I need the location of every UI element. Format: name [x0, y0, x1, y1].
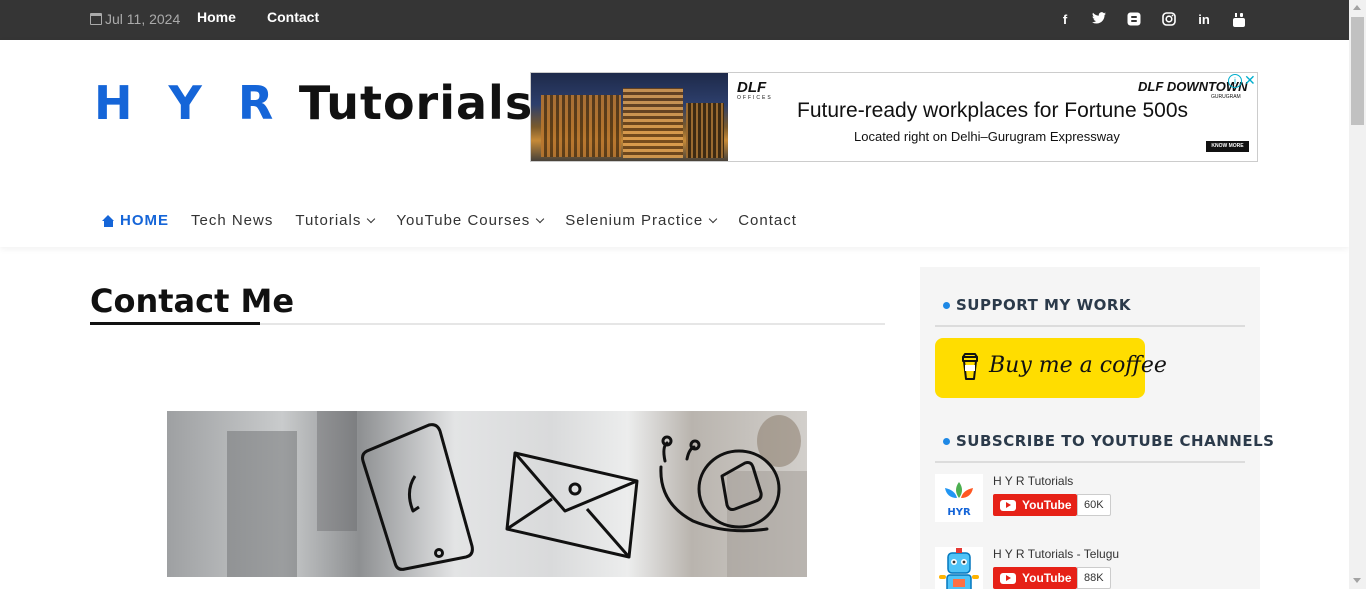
- youtube-play-icon: [1000, 572, 1016, 584]
- logo-hyr: H Y R: [94, 76, 284, 130]
- top-link-home[interactable]: Home: [197, 9, 236, 25]
- subscribe-title-text: SUBSCRIBE TO YOUTUBE CHANNELS: [956, 432, 1275, 450]
- ad-close-icon[interactable]: ✕: [1244, 73, 1256, 89]
- contact-illustration-image: [167, 411, 807, 577]
- channel-name[interactable]: H Y R Tutorials - Telugu: [993, 547, 1119, 561]
- main-nav: HOME Tech News Tutorials YouTube Courses…: [102, 212, 819, 229]
- bullet-dot: [943, 437, 950, 445]
- facebook-icon[interactable]: f: [1057, 12, 1073, 28]
- site-logo[interactable]: H Y R Tutorials: [94, 76, 533, 130]
- widget-divider: [935, 461, 1245, 463]
- subscriber-count: 60K: [1077, 494, 1111, 516]
- channel-avatar[interactable]: [935, 547, 983, 589]
- coffee-label: Buy me a coffee: [989, 353, 1167, 378]
- nav-item-selenium-practice[interactable]: Selenium Practice: [565, 212, 718, 229]
- nav-item-contact[interactable]: Contact: [738, 212, 797, 229]
- title-underline: [90, 322, 260, 325]
- coffee-cup-icon: [962, 353, 978, 380]
- youtube-button-label: YouTube: [1022, 571, 1072, 585]
- support-widget-title: SUPPORT MY WORK: [943, 296, 1131, 314]
- youtube-icon[interactable]: [1231, 12, 1247, 28]
- youtube-button-label: YouTube: [1022, 498, 1072, 512]
- buy-me-a-coffee-button[interactable]: Buy me a coffee: [935, 338, 1167, 398]
- widget-divider: [935, 325, 1245, 327]
- chevron-down-icon: [708, 214, 718, 224]
- nav-item-tech-news[interactable]: Tech News: [191, 212, 273, 229]
- chevron-down-icon: [536, 214, 545, 224]
- ad-headline: Future-ready workplaces for Fortune 500s: [797, 99, 1189, 122]
- scroll-down-arrow-icon[interactable]: [1353, 578, 1361, 583]
- ad-cta-button[interactable]: KNOW MORE: [1206, 141, 1249, 152]
- ad-brand: DLF: [737, 79, 767, 96]
- calendar-icon: [90, 13, 102, 25]
- scrollbar-thumb[interactable]: [1351, 17, 1364, 125]
- youtube-subscribe-button[interactable]: YouTube: [993, 567, 1077, 589]
- ad-building-image: [531, 73, 728, 161]
- nav-item-home[interactable]: HOME: [102, 212, 169, 229]
- instagram-icon[interactable]: [1161, 12, 1177, 28]
- ad-info-icon[interactable]: i: [1228, 74, 1242, 88]
- bullet-dot: [943, 301, 950, 309]
- date-text: Jul 11, 2024: [105, 11, 181, 27]
- sidebar: SUPPORT MY WORK Buy me a coffee SUBSCRIB…: [920, 267, 1274, 589]
- chevron-down-icon: [367, 214, 376, 224]
- linkedin-icon[interactable]: in: [1196, 12, 1212, 28]
- ad-brand-right-sub: GURUGRAM: [1211, 94, 1241, 100]
- nav-item-tutorials[interactable]: Tutorials: [295, 212, 376, 229]
- nav-label: Tutorials: [295, 212, 362, 229]
- support-title-text: SUPPORT MY WORK: [956, 296, 1132, 314]
- ad-subline: Located right on Delhi–Gurugram Expressw…: [854, 129, 1120, 144]
- nav-label: HOME: [120, 212, 169, 229]
- channel-name[interactable]: H Y R Tutorials: [993, 474, 1073, 488]
- avatar-text: HYR: [947, 507, 971, 518]
- subscribe-widget-title: SUBSCRIBE TO YOUTUBE CHANNELS: [943, 432, 1274, 450]
- logo-tutorials: Tutorials: [298, 76, 534, 130]
- scroll-up-arrow-icon[interactable]: [1353, 5, 1361, 10]
- youtube-play-icon: [1000, 499, 1016, 511]
- twitter-icon[interactable]: [1091, 12, 1107, 28]
- top-bar: Jul 11, 2024 Home Contact f in: [0, 0, 1349, 40]
- page-title: Contact Me: [90, 282, 295, 320]
- date-display: Jul 11, 2024: [90, 11, 180, 27]
- subscriber-count: 88K: [1077, 567, 1111, 589]
- channel-item: HYR H Y R Tutorials YouTube 60K: [935, 474, 1245, 524]
- channel-avatar[interactable]: HYR: [935, 474, 983, 522]
- nav-label: Tech News: [191, 212, 274, 229]
- blogger-icon[interactable]: [1126, 12, 1142, 28]
- channel-item: H Y R Tutorials - Telugu YouTube 88K: [935, 547, 1245, 589]
- nav-label: Contact: [738, 212, 797, 229]
- ad-brand-sub: OFFICES: [737, 95, 773, 101]
- ad-banner[interactable]: DLF OFFICES DLF DOWNTOWN GURUGRAM Future…: [530, 72, 1258, 162]
- nav-label: YouTube Courses: [396, 212, 531, 229]
- page-scrollbar[interactable]: [1349, 0, 1366, 589]
- top-link-contact[interactable]: Contact: [267, 9, 319, 25]
- youtube-subscribe-button[interactable]: YouTube: [993, 494, 1077, 516]
- nav-item-youtube-courses[interactable]: YouTube Courses: [396, 212, 545, 229]
- nav-label: Selenium Practice: [565, 212, 704, 229]
- home-icon: [102, 214, 115, 227]
